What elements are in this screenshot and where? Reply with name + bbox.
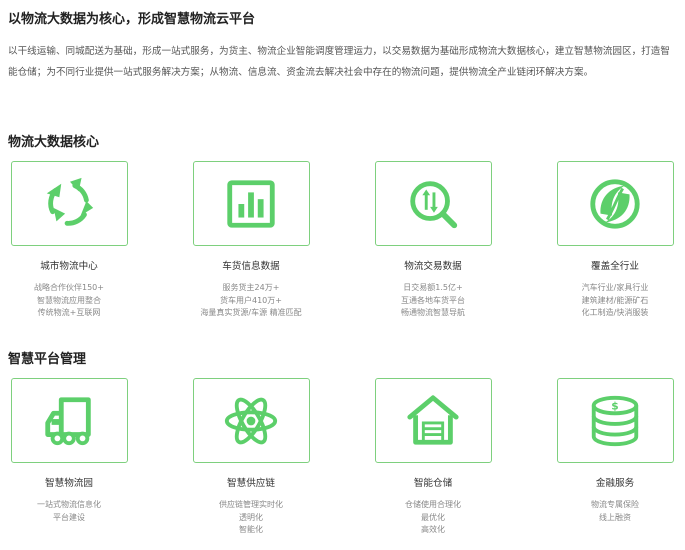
feature-card-icon-box: [374, 378, 492, 463]
feature-card-line: 海量真实货源/车源 精准匹配: [200, 308, 302, 317]
recycle-arrows-icon: [46, 177, 94, 226]
trade-search-icon: [410, 180, 458, 228]
feature-card-logistics-park[interactable]: 智慧物流园 一站式物流信息化 平台建设: [0, 378, 149, 524]
feature-card-title: 城市物流中心: [40, 261, 98, 272]
feature-card-industry-coverage[interactable]: 覆盖全行业 汽车行业/家具行业 建筑建材/能源矿石 化工制造/快消服装: [535, 161, 685, 320]
page: 以物流大数据为核心，形成智慧物流云平台 以干线运输、同城配送为基础，形成一站式服…: [0, 0, 685, 550]
feature-card-line: 化工制造/快消服装: [581, 308, 649, 317]
warehouse-icon: [407, 394, 459, 445]
feature-card-icon-box: [192, 378, 310, 463]
feature-card-title: 智慧供应链: [227, 478, 275, 489]
feature-card-title: 金融服务: [595, 478, 635, 489]
feature-card-description: 日交易额1.5亿+ 互通各地车货平台 畅通物流智慧导航: [353, 282, 513, 320]
truck-icon: [45, 396, 91, 445]
atom-icon: [224, 397, 278, 444]
feature-card-line: 一站式物流信息化: [37, 500, 101, 509]
intro-paragraph: 以干线运输、同城配送为基础，形成一站式服务，为货主、物流企业智能调度管理运力，以…: [8, 46, 670, 78]
feature-card-description: 服务货主24万+ 货车用户410万+ 海量真实货源/车源 精准匹配: [171, 282, 331, 320]
feature-card-description: 物流专属保险 线上融资: [535, 499, 685, 524]
feature-card-line: 智能化: [239, 525, 263, 534]
feature-card-title: 智能仓储: [413, 478, 453, 489]
feature-card-line: 透明化: [239, 512, 263, 522]
bar-chart-icon: [227, 179, 275, 228]
feature-card-icon-box: $: [556, 378, 674, 463]
feature-card-line: 平台建设: [53, 512, 85, 522]
feature-grid-big-data: 城市物流中心 战略合作伙伴150+ 智慧物流应用整合 传统物流+互联网 车货信息…: [0, 161, 685, 331]
feature-card-description: 战略合作伙伴150+ 智慧物流应用整合 传统物流+互联网: [0, 282, 149, 320]
feature-card-line: 互通各地车货平台: [401, 295, 465, 305]
globe-icon: [590, 178, 640, 229]
feature-card-line: 物流专属保险: [591, 500, 639, 509]
feature-card-description: 汽车行业/家具行业 建筑建材/能源矿石 化工制造/快消服装: [535, 282, 685, 320]
feature-card-icon-box: [556, 161, 674, 246]
feature-card-city-logistics[interactable]: 城市物流中心 战略合作伙伴150+ 智慧物流应用整合 传统物流+互联网: [0, 161, 149, 320]
feature-card-line: 日交易额1.5亿+: [403, 283, 463, 292]
feature-card-icon-box: [10, 378, 128, 463]
feature-card-description: 一站式物流信息化 平台建设: [0, 499, 149, 524]
feature-card-line: 传统物流+互联网: [37, 308, 101, 317]
section-title-platform-management: 智慧平台管理: [8, 352, 87, 367]
feature-card-financial-services[interactable]: $ 金融服务 物流专属保险 线上融资: [535, 378, 685, 524]
page-title: 以物流大数据为核心，形成智慧物流云平台: [8, 12, 256, 27]
feature-card-warehousing[interactable]: 智能仓储 仓储使用合理化 最优化 高效化: [353, 378, 513, 537]
feature-card-title: 物流交易数据: [404, 261, 462, 272]
feature-card-line: 服务货主24万+: [222, 283, 280, 292]
feature-card-title: 覆盖全行业: [591, 261, 639, 272]
feature-card-line: 建筑建材/能源矿石: [581, 295, 649, 305]
feature-card-description: 仓储使用合理化 最优化 高效化: [353, 499, 513, 537]
feature-card-cargo-data[interactable]: 车货信息数据 服务货主24万+ 货车用户410万+ 海量真实货源/车源 精准匹配: [171, 161, 331, 320]
feature-card-icon-box: [374, 161, 492, 246]
section-title-big-data-core: 物流大数据核心: [8, 135, 100, 150]
feature-card-line: 汽车行业/家具行业: [581, 283, 649, 292]
feature-card-line: 线上融资: [599, 512, 631, 522]
feature-card-line: 货车用户410万+: [220, 295, 282, 305]
svg-text:$: $: [611, 399, 618, 412]
feature-card-supply-chain[interactable]: 智慧供应链 供应链管理实时化 透明化 智能化: [171, 378, 331, 537]
feature-card-trade-data[interactable]: 物流交易数据 日交易额1.5亿+ 互通各地车货平台 畅通物流智慧导航: [353, 161, 513, 320]
feature-card-title: 智慧物流园: [45, 478, 93, 489]
feature-card-title: 车货信息数据: [222, 261, 280, 272]
feature-card-line: 战略合作伙伴150+: [34, 283, 104, 292]
feature-grid-platform: 智慧物流园 一站式物流信息化 平台建设 智慧供应链 供应链管理实时化 透明化 智…: [0, 378, 685, 548]
feature-card-description: 供应链管理实时化 透明化 智能化: [171, 499, 331, 537]
coins-icon: $: [591, 395, 639, 446]
feature-card-icon-box: [192, 161, 310, 246]
feature-card-line: 高效化: [421, 525, 445, 534]
feature-card-line: 供应链管理实时化: [219, 500, 283, 509]
feature-card-icon-box: [10, 161, 128, 246]
feature-card-line: 畅通物流智慧导航: [401, 308, 465, 317]
feature-card-line: 仓储使用合理化: [405, 500, 461, 509]
feature-card-line: 智慧物流应用整合: [37, 295, 101, 305]
feature-card-line: 最优化: [421, 512, 445, 522]
